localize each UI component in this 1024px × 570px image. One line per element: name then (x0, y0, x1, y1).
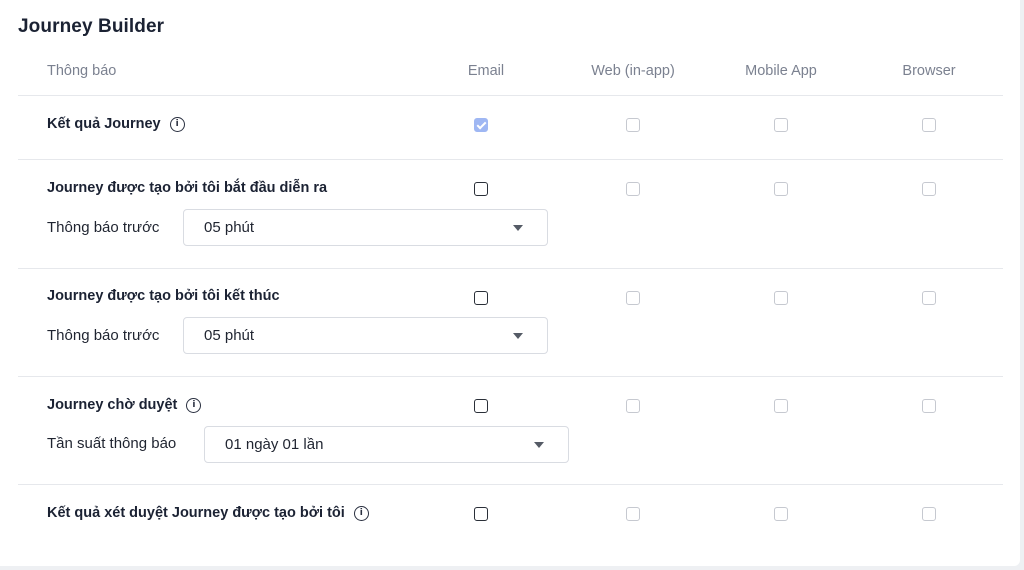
divider (18, 484, 1003, 485)
browser-checkbox (922, 182, 936, 196)
column-header-email: Email (467, 63, 505, 79)
web-checkbox (626, 182, 640, 196)
mobile-checkbox (774, 507, 788, 521)
browser-checkbox (922, 291, 936, 305)
select-value: 05 phút (204, 219, 255, 236)
divider (18, 376, 1003, 377)
mobile-checkbox (774, 291, 788, 305)
divider (18, 95, 1003, 96)
select-value: 05 phút (204, 327, 255, 344)
divider (18, 268, 1003, 269)
info-icon[interactable]: i (186, 397, 202, 413)
row-label: Journey chờ duyệt i (47, 397, 202, 413)
email-checkbox[interactable] (474, 182, 488, 196)
caret-down-icon (513, 333, 523, 339)
row-label: Kết quả xét duyệt Journey được tạo bởi t… (47, 505, 369, 521)
notify-frequency-select[interactable]: 01 ngày 01 lần (204, 426, 569, 463)
notify-before-label: Thông báo trước (47, 219, 160, 236)
email-checkbox[interactable] (474, 507, 488, 521)
browser-checkbox (922, 507, 936, 521)
caret-down-icon (534, 442, 544, 448)
mobile-checkbox (774, 399, 788, 413)
column-header-notification: Thông báo (47, 63, 117, 79)
browser-checkbox (922, 399, 936, 413)
web-checkbox (626, 507, 640, 521)
email-checkbox (474, 118, 488, 132)
email-checkbox[interactable] (474, 399, 488, 413)
caret-down-icon (513, 225, 523, 231)
select-value: 01 ngày 01 lần (225, 436, 324, 453)
row-label-text: Kết quả Journey (47, 116, 161, 132)
email-checkbox[interactable] (474, 291, 488, 305)
column-header-mobile: Mobile App (745, 63, 817, 79)
section-title: Journey Builder (18, 16, 165, 37)
row-label: Kết quả Journey i (47, 116, 185, 132)
notify-before-select[interactable]: 05 phút (183, 317, 548, 354)
info-icon[interactable]: i (169, 116, 185, 132)
column-header-browser: Browser (902, 63, 956, 79)
info-icon[interactable]: i (353, 505, 369, 521)
divider (18, 159, 1003, 160)
row-label-text: Journey chờ duyệt (47, 397, 178, 413)
row-label-text: Kết quả xét duyệt Journey được tạo bởi t… (47, 505, 345, 521)
web-checkbox (626, 399, 640, 413)
mobile-checkbox (774, 118, 788, 132)
row-label-text: Journey được tạo bởi tôi kết thúc (47, 288, 280, 304)
notify-before-select[interactable]: 05 phút (183, 209, 548, 246)
browser-checkbox (922, 118, 936, 132)
notify-frequency-label: Tần suất thông báo (47, 435, 177, 452)
web-checkbox (626, 291, 640, 305)
web-checkbox (626, 118, 640, 132)
mobile-checkbox (774, 182, 788, 196)
row-label-text: Journey được tạo bởi tôi bắt đầu diễn ra (47, 180, 328, 196)
notify-before-label: Thông báo trước (47, 327, 160, 344)
column-header-web: Web (in-app) (591, 63, 675, 79)
row-label: Journey được tạo bởi tôi bắt đầu diễn ra (47, 180, 327, 196)
row-label: Journey được tạo bởi tôi kết thúc (47, 288, 280, 304)
notification-settings-card: Journey Builder Thông báo Email Web (in-… (0, 0, 1020, 566)
